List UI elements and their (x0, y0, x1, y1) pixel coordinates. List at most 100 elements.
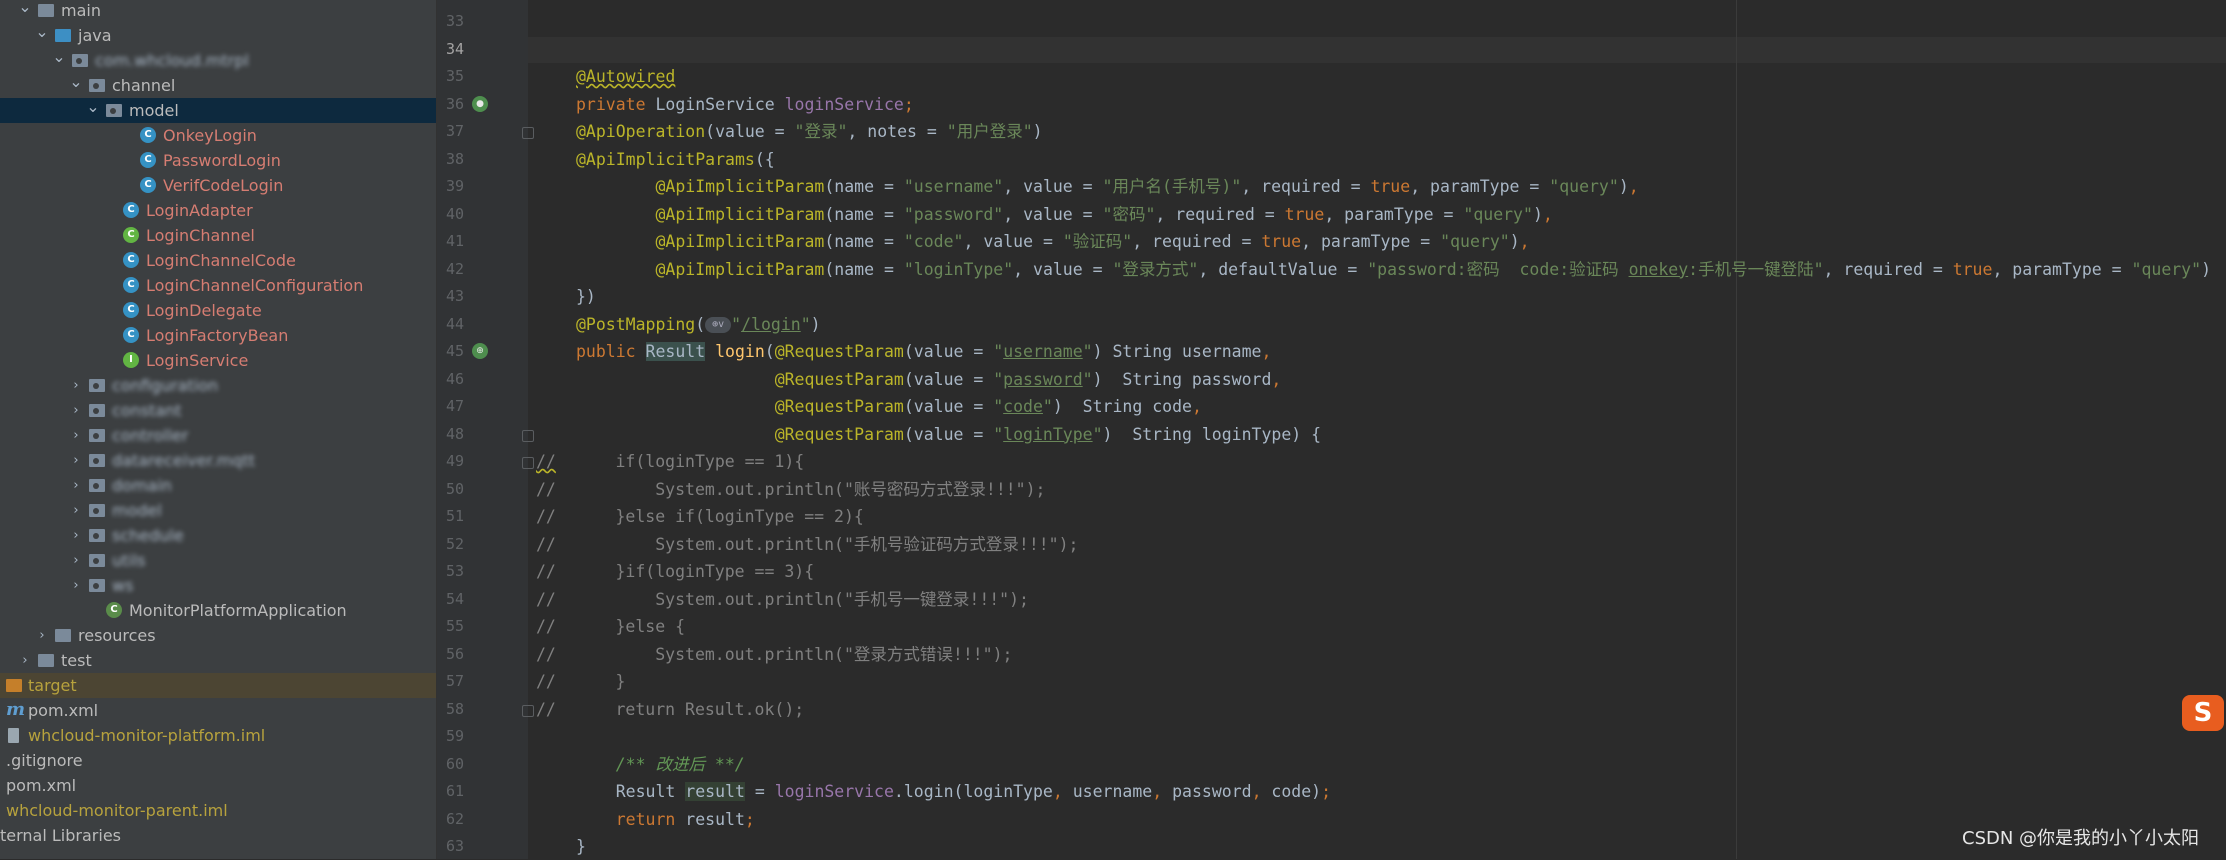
code-line[interactable]: // return Result.ok(); (536, 696, 804, 723)
project-tree-item[interactable]: C OnkeyLogin (0, 123, 436, 148)
collapsed-arrow-icon[interactable]: › (69, 398, 83, 423)
code-line[interactable]: // }else { (536, 613, 685, 640)
code-line[interactable]: return result; (576, 806, 755, 833)
tree-item-label: ws (112, 576, 134, 595)
fold-marker-icon[interactable] (522, 127, 534, 139)
project-tree-item[interactable]: ⌄ main (0, 0, 436, 23)
project-tree-item[interactable]: › domain (0, 473, 436, 498)
folder-icon (38, 4, 54, 17)
code-line[interactable]: @ApiImplicitParam(name = "password", val… (576, 201, 1552, 228)
code-line[interactable]: // }if(loginType == 3){ (536, 558, 814, 585)
line-number: 34 (445, 39, 464, 58)
code-line[interactable]: @ApiImplicitParams({ (576, 146, 775, 173)
project-tree-item[interactable]: ⌄ com.whcloud.mtrpl (0, 48, 436, 73)
expanded-arrow-icon[interactable]: ⌄ (69, 73, 83, 98)
expanded-arrow-icon[interactable]: ⌄ (18, 0, 32, 23)
package-icon (89, 404, 105, 417)
fold-marker-icon[interactable] (522, 457, 534, 469)
code-line[interactable]: @RequestParam(value = "password") String… (576, 366, 1282, 393)
project-tree-item[interactable]: C LoginDelegate (0, 298, 436, 323)
project-tree-item[interactable]: C LoginAdapter (0, 198, 436, 223)
collapsed-arrow-icon[interactable]: › (69, 473, 83, 498)
project-tree-item[interactable]: C MonitorPlatformApplication (0, 598, 436, 623)
collapsed-arrow-icon[interactable]: › (35, 623, 49, 648)
collapsed-arrow-icon[interactable]: › (69, 548, 83, 573)
project-tool-window[interactable]: ⌄ main ⌄ java ⌄ com.whcloud.mtrpl ⌄ channel ⌄ mod… (0, 0, 436, 859)
module-file-icon (8, 728, 19, 743)
code-line[interactable]: // if(loginType == 1){ (536, 448, 804, 475)
code-line[interactable]: @ApiImplicitParam(name = "loginType", va… (576, 256, 2211, 283)
project-tree-item[interactable]: target (0, 673, 436, 698)
line-number: 41 (445, 232, 464, 250)
project-tree-item[interactable]: › configuration (0, 373, 436, 398)
project-tree-item[interactable]: C LoginFactoryBean (0, 323, 436, 348)
project-tree-item[interactable]: m pom.xml (0, 698, 436, 723)
expanded-arrow-icon[interactable]: ⌄ (35, 23, 49, 48)
code-line[interactable]: @ApiImplicitParam(name = "code", value =… (576, 228, 1529, 255)
code-line[interactable]: @RequestParam(value = "code") String cod… (576, 393, 1202, 420)
project-tree-item[interactable]: ternal Libraries (0, 823, 436, 848)
code-line[interactable]: public Result login(@RequestParam(value … (576, 338, 1271, 365)
tree-item-label: configuration (112, 376, 219, 395)
project-tree-item[interactable]: C LoginChannel (0, 223, 436, 248)
project-tree-item[interactable]: › model (0, 498, 436, 523)
project-tree-item[interactable]: C LoginChannelCode (0, 248, 436, 273)
code-line[interactable]: private LoginService loginService; (576, 91, 914, 118)
project-tree-item[interactable]: C PasswordLogin (0, 148, 436, 173)
code-line[interactable]: // System.out.println("手机号一键登录!!!"); (536, 586, 1029, 613)
code-line[interactable]: @ApiImplicitParam(name = "username", val… (576, 173, 1638, 200)
project-tree-item[interactable]: › controller (0, 423, 436, 448)
fold-marker-icon[interactable] (522, 429, 534, 442)
tree-item-label: whcloud-monitor-platform.iml (28, 726, 266, 745)
project-tree-item[interactable]: pom.xml (0, 773, 436, 798)
code-line[interactable]: // }else if(loginType == 2){ (536, 503, 864, 530)
project-tree-item[interactable]: I LoginService (0, 348, 436, 373)
project-tree-item[interactable]: › constant (0, 398, 436, 423)
project-tree-item[interactable]: whcloud-monitor-platform.iml (0, 723, 436, 748)
code-line[interactable]: // } (536, 668, 625, 695)
project-tree-item[interactable]: whcloud-monitor-parent.iml (0, 798, 436, 823)
code-line[interactable]: @ApiOperation(value = "登录", notes = "用户登… (576, 118, 1043, 145)
code-line[interactable]: Result result = loginService.login(login… (576, 778, 1331, 805)
package-icon (89, 479, 105, 492)
code-line[interactable]: @PostMapping(⊕v "/login") (576, 311, 821, 338)
sogou-ime-icon[interactable]: S (2182, 695, 2224, 731)
code-line[interactable]: // System.out.println("登录方式错误!!!"); (536, 641, 1013, 668)
collapsed-arrow-icon[interactable]: › (69, 498, 83, 523)
project-tree-item[interactable]: ⌄ java (0, 23, 436, 48)
bean-gutter-icon[interactable]: ● (472, 95, 488, 112)
project-tree-item[interactable]: .gitignore (0, 748, 436, 773)
line-number: 63 (445, 837, 464, 855)
project-tree-item[interactable]: › resources (0, 623, 436, 648)
project-tree-item[interactable]: C VerifCodeLogin (0, 173, 436, 198)
project-tree-item[interactable]: ⌄ channel (0, 73, 436, 98)
project-tree-item[interactable]: ⌄ model (0, 98, 436, 123)
tree-item-label: schedule (112, 526, 184, 545)
code-line[interactable]: }) (576, 283, 596, 310)
collapsed-arrow-icon[interactable]: › (18, 648, 32, 673)
collapsed-arrow-icon[interactable]: › (69, 573, 83, 598)
collapsed-arrow-icon[interactable]: › (69, 373, 83, 398)
web-endpoint-gutter-icon[interactable]: ⊕ (472, 343, 488, 359)
code-line[interactable]: @RequestParam(value = "loginType") Strin… (576, 421, 1321, 448)
project-tree-item[interactable]: › test (0, 648, 436, 673)
project-tree-item[interactable]: C LoginChannelConfiguration (0, 273, 436, 298)
project-tree-item[interactable]: › schedule (0, 523, 436, 548)
collapsed-arrow-icon[interactable]: › (69, 423, 83, 448)
code-line[interactable]: @Autowired (576, 63, 675, 90)
project-tree-item[interactable]: › datareceiver.mqtt (0, 448, 436, 473)
expanded-arrow-icon[interactable]: ⌄ (52, 48, 66, 73)
line-number: 45 (445, 342, 464, 360)
code-line[interactable]: // System.out.println("账号密码方式登录!!!"); (536, 476, 1046, 503)
collapsed-arrow-icon[interactable]: › (69, 523, 83, 548)
code-line[interactable]: } (576, 833, 586, 860)
code-line[interactable]: /** 改进后 **/ (576, 751, 745, 778)
project-tree-item[interactable]: › utils (0, 548, 436, 573)
project-tree-item[interactable]: › ws (0, 573, 436, 598)
expanded-arrow-icon[interactable]: ⌄ (86, 98, 100, 123)
code-line[interactable]: // System.out.println("手机号验证码方式登录!!!"); (536, 531, 1079, 558)
class-icon: C (140, 177, 156, 193)
package-icon (89, 504, 105, 517)
collapsed-arrow-icon[interactable]: › (69, 448, 83, 473)
fold-marker-icon[interactable] (522, 704, 534, 717)
